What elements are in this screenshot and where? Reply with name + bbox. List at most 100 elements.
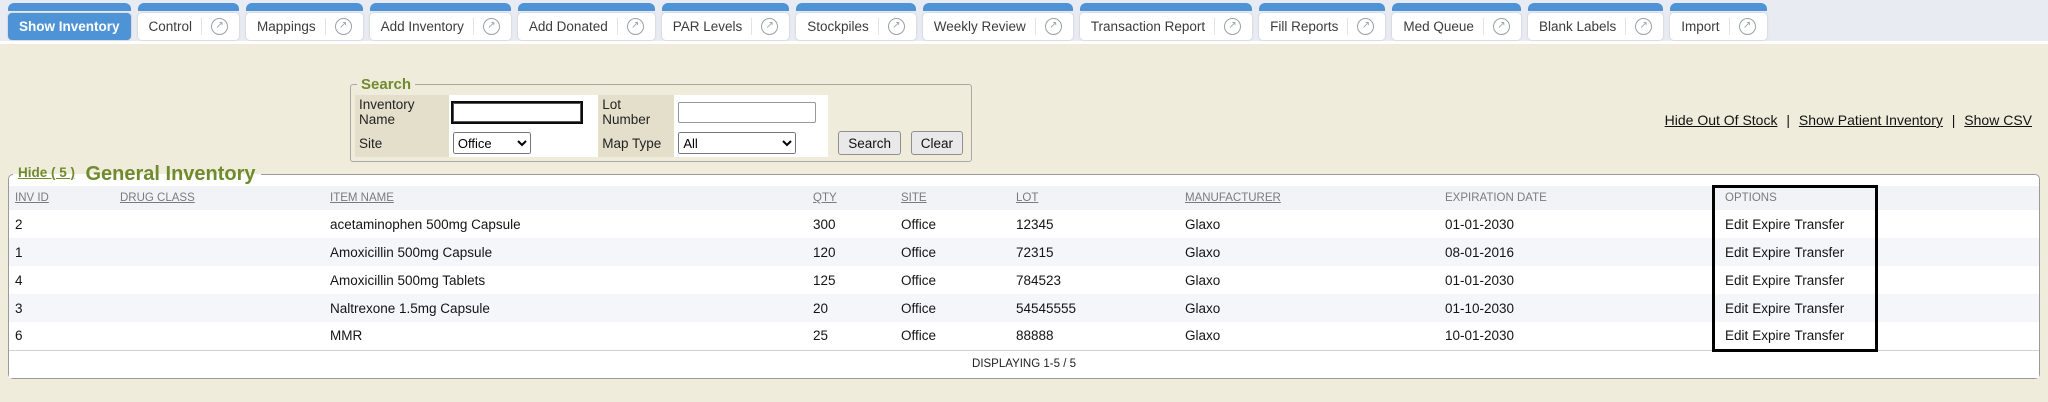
transfer-link[interactable]: Transfer	[1795, 217, 1845, 232]
transfer-link[interactable]: Transfer	[1795, 245, 1845, 260]
tab-label: Add Inventory	[381, 19, 464, 34]
col-header-manufacturer[interactable]: MANUFACTURER	[1185, 192, 1281, 204]
tab-accent-cap	[923, 3, 1073, 11]
table-row: 1 Amoxicillin 500mg Capsule 120 Office 7…	[9, 238, 2039, 266]
tab-weekly-review[interactable]: Weekly Review ↗	[923, 3, 1073, 40]
inventory-name-input[interactable]	[453, 103, 581, 122]
cell-expiration-date: 01-01-2030	[1439, 266, 1719, 294]
lot-number-input[interactable]	[678, 102, 816, 123]
tab-accent-cap	[796, 3, 916, 11]
tab-accent-cap	[1528, 3, 1663, 11]
external-link-icon[interactable]: ↗	[1493, 18, 1510, 35]
cell-drug-class	[114, 322, 324, 350]
edit-link[interactable]: Edit	[1725, 245, 1748, 260]
cell-qty: 125	[807, 266, 895, 294]
search-button[interactable]: Search	[838, 131, 901, 155]
tab-par-levels[interactable]: PAR Levels ↗	[662, 3, 790, 40]
external-link-icon[interactable]: ↗	[1635, 18, 1652, 35]
cell-manufacturer: Glaxo	[1179, 238, 1439, 266]
external-link-icon[interactable]: ↗	[1045, 18, 1062, 35]
cell-item-name: acetaminophen 500mg Capsule	[324, 210, 807, 238]
view-links: Hide Out Of Stock | Show Patient Invento…	[1665, 112, 2032, 128]
inventory-name-label: Inventory Name	[355, 95, 449, 129]
cell-site: Office	[895, 322, 1010, 350]
tab-accent-cap	[518, 3, 655, 11]
cell-options: Edit Expire Transfer	[1719, 238, 1874, 266]
cell-qty: 300	[807, 210, 895, 238]
cell-options: Edit Expire Transfer	[1719, 294, 1874, 322]
lot-number-label: Lot Number	[598, 95, 674, 129]
external-link-icon[interactable]: ↗	[888, 18, 905, 35]
tab-add-inventory[interactable]: Add Inventory ↗	[370, 3, 511, 40]
external-link-icon[interactable]: ↗	[627, 18, 644, 35]
hide-out-of-stock-link[interactable]: Hide Out Of Stock	[1665, 112, 1778, 128]
external-link-icon[interactable]: ↗	[761, 18, 778, 35]
edit-link[interactable]: Edit	[1725, 217, 1748, 232]
tab-accent-cap	[1670, 3, 1766, 11]
show-patient-inventory-link[interactable]: Show Patient Inventory	[1799, 112, 1943, 128]
edit-link[interactable]: Edit	[1725, 301, 1748, 316]
tab-label: Transaction Report	[1091, 19, 1205, 34]
tab-label: Weekly Review	[934, 19, 1026, 34]
tab-accent-cap	[1080, 3, 1252, 11]
external-link-icon[interactable]: ↗	[483, 18, 500, 35]
expire-link[interactable]: Expire	[1752, 301, 1790, 316]
tab-fill-reports[interactable]: Fill Reports ↗	[1259, 3, 1385, 40]
tab-control[interactable]: Control ↗	[138, 3, 240, 40]
external-link-icon[interactable]: ↗	[335, 18, 352, 35]
col-header-qty[interactable]: QTY	[813, 192, 837, 204]
tab-blank-labels[interactable]: Blank Labels ↗	[1528, 3, 1663, 40]
expire-link[interactable]: Expire	[1752, 217, 1790, 232]
col-header-inv-id[interactable]: INV ID	[15, 192, 49, 204]
transfer-link[interactable]: Transfer	[1795, 273, 1845, 288]
cell-qty: 20	[807, 294, 895, 322]
tab-label: Show Inventory	[19, 19, 120, 34]
map-type-label: Map Type	[598, 129, 674, 157]
cell-inv-id: 2	[9, 210, 114, 238]
tab-transaction-report[interactable]: Transaction Report ↗	[1080, 3, 1252, 40]
hide-count-link[interactable]: Hide ( 5 )	[18, 165, 75, 180]
cell-drug-class	[114, 266, 324, 294]
expire-link[interactable]: Expire	[1752, 328, 1790, 343]
col-header-lot[interactable]: LOT	[1016, 192, 1038, 204]
cell-drug-class	[114, 210, 324, 238]
external-link-icon[interactable]: ↗	[1739, 18, 1756, 35]
col-header-drug-class[interactable]: DRUG CLASS	[120, 192, 195, 204]
external-link-icon[interactable]: ↗	[1357, 18, 1374, 35]
tab-add-donated[interactable]: Add Donated ↗	[518, 3, 655, 40]
expire-link[interactable]: Expire	[1752, 273, 1790, 288]
external-link-icon[interactable]: ↗	[211, 18, 228, 35]
paging-status: DISPLAYING 1-5 / 5	[9, 350, 2039, 378]
expire-link[interactable]: Expire	[1752, 245, 1790, 260]
cell-options: Edit Expire Transfer	[1719, 322, 1874, 350]
site-select[interactable]: Office	[453, 132, 531, 154]
table-footer-row: DISPLAYING 1-5 / 5	[9, 350, 2039, 378]
tab-accent-cap	[8, 3, 131, 11]
external-link-icon[interactable]: ↗	[1224, 18, 1241, 35]
tab-import[interactable]: Import ↗	[1670, 3, 1766, 40]
edit-link[interactable]: Edit	[1725, 328, 1748, 343]
edit-link[interactable]: Edit	[1725, 273, 1748, 288]
table-row: 3 Naltrexone 1.5mg Capsule 20 Office 545…	[9, 294, 2039, 322]
col-header-site[interactable]: SITE	[901, 192, 927, 204]
cell-expiration-date: 10-01-2030	[1439, 322, 1719, 350]
col-header-item-name[interactable]: ITEM NAME	[330, 192, 394, 204]
tab-med-queue[interactable]: Med Queue ↗	[1392, 3, 1521, 40]
cell-lot: 12345	[1010, 210, 1179, 238]
cell-drug-class	[114, 294, 324, 322]
cell-lot: 54545555	[1010, 294, 1179, 322]
page-title: General Inventory	[85, 163, 255, 185]
cell-manufacturer: Glaxo	[1179, 210, 1439, 238]
tab-label: Blank Labels	[1539, 19, 1616, 34]
show-csv-link[interactable]: Show CSV	[1964, 112, 2032, 128]
general-inventory-panel: Hide ( 5 ) General Inventory INV ID DRUG…	[8, 163, 2040, 379]
tab-mappings[interactable]: Mappings ↗	[246, 3, 363, 40]
map-type-select[interactable]: All	[678, 132, 796, 154]
clear-button[interactable]: Clear	[911, 131, 963, 155]
transfer-link[interactable]: Transfer	[1795, 301, 1845, 316]
cell-inv-id: 4	[9, 266, 114, 294]
transfer-link[interactable]: Transfer	[1795, 328, 1845, 343]
tab-show-inventory[interactable]: Show Inventory	[8, 3, 131, 40]
tab-stockpiles[interactable]: Stockpiles ↗	[796, 3, 916, 40]
cell-item-name: Naltrexone 1.5mg Capsule	[324, 294, 807, 322]
